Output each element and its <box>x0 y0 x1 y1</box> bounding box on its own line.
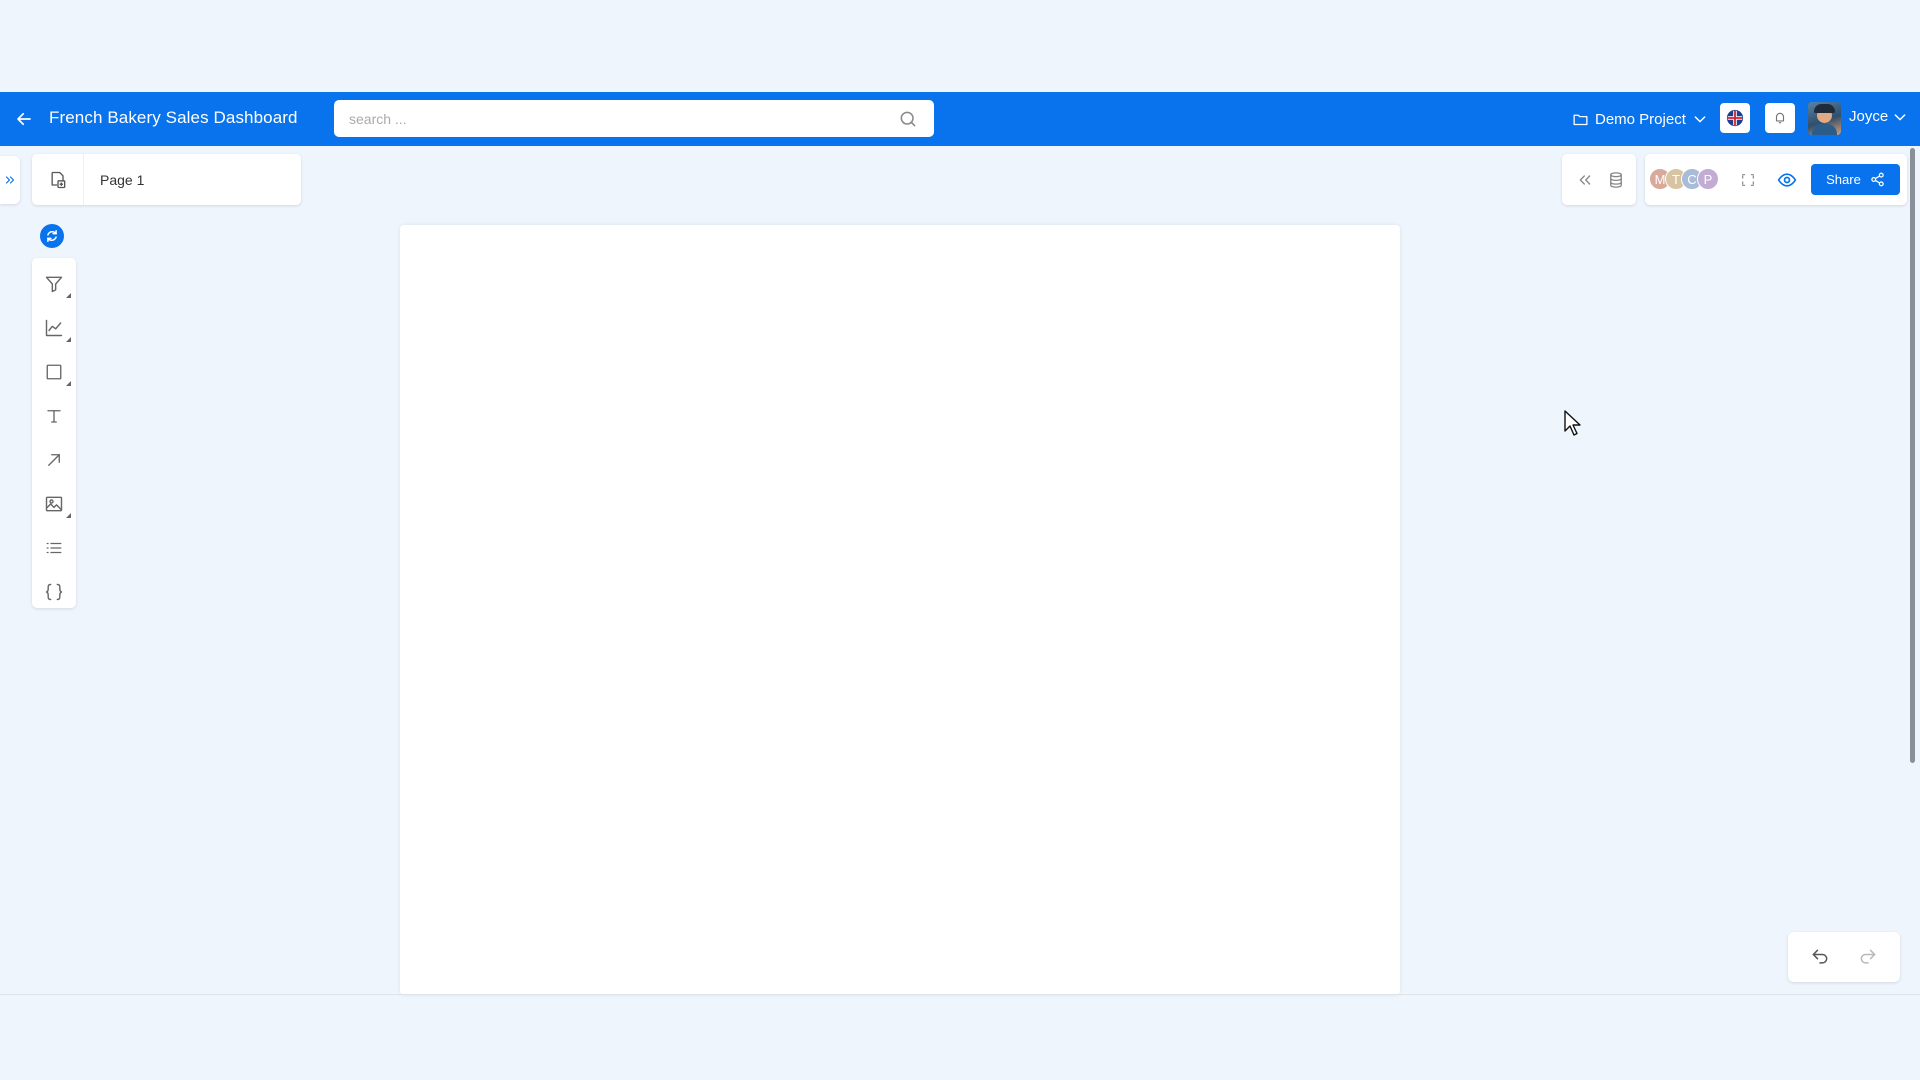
double-chevron-right-icon <box>5 176 15 184</box>
submenu-indicator <box>66 337 71 342</box>
user-menu[interactable]: Joyce <box>1849 108 1908 125</box>
search-icon[interactable] <box>898 109 918 129</box>
redo-icon <box>1860 949 1876 964</box>
submenu-indicator <box>66 293 71 298</box>
undo-icon <box>1812 949 1828 964</box>
refresh-button[interactable] <box>40 224 64 248</box>
submenu-indicator <box>66 513 71 518</box>
dashboard-canvas[interactable] <box>400 225 1400 995</box>
code-tool[interactable] <box>32 574 76 610</box>
text-tool[interactable] <box>32 398 76 434</box>
top-bar: French Bakery Sales Dashboard Demo Proje… <box>0 92 1920 146</box>
expand-sidebar-button[interactable] <box>0 156 20 204</box>
chevron-down-icon <box>1694 116 1706 123</box>
submenu-indicator <box>66 381 71 386</box>
collaborator-avatar[interactable]: P <box>1697 168 1719 190</box>
mouse-cursor-icon <box>1564 410 1581 436</box>
filter-tool[interactable] <box>32 266 76 302</box>
chart-icon <box>45 319 63 337</box>
page-tab-label[interactable]: Page 1 <box>100 172 144 188</box>
preview-button[interactable] <box>1774 167 1800 193</box>
database-icon <box>1610 172 1622 188</box>
dashboard-title: French Bakery Sales Dashboard <box>49 108 298 127</box>
shape-icon <box>46 364 62 380</box>
share-icon <box>1871 172 1884 187</box>
double-chevron-left-icon <box>1579 175 1591 185</box>
shape-tool[interactable] <box>32 354 76 390</box>
canvas-bottom-divider <box>0 994 1920 995</box>
notification-button[interactable] <box>1765 103 1795 133</box>
image-tool[interactable] <box>32 486 76 522</box>
undo-button[interactable] <box>1808 945 1832 969</box>
back-button[interactable] <box>12 107 36 131</box>
project-selector[interactable]: Demo Project <box>1572 108 1708 130</box>
language-button[interactable] <box>1720 103 1750 133</box>
refresh-icon <box>47 229 57 243</box>
page-selector: Page 1 <box>32 154 301 205</box>
pages-icon <box>51 171 65 188</box>
pages-button[interactable] <box>32 154 84 205</box>
vertical-scrollbar[interactable] <box>1910 148 1915 763</box>
folder-icon <box>1573 114 1588 125</box>
arrow-tool[interactable] <box>32 442 76 478</box>
collapse-panel-button[interactable] <box>1572 167 1598 193</box>
redo-button[interactable] <box>1856 945 1880 969</box>
fullscreen-icon <box>1742 174 1754 186</box>
fullscreen-button[interactable] <box>1735 167 1761 193</box>
share-label: Share <box>1826 172 1861 187</box>
filter-icon <box>45 276 63 293</box>
eye-icon <box>1777 173 1797 187</box>
collaboration-panel: M T C P Share <box>1645 154 1907 205</box>
user-name: Joyce <box>1849 108 1889 125</box>
chevron-down-icon <box>1894 113 1906 120</box>
tool-palette <box>32 258 76 608</box>
panel-controls <box>1562 154 1636 205</box>
arrow-left-icon <box>17 112 31 126</box>
arrow-icon <box>48 454 60 466</box>
search-bar <box>334 100 934 137</box>
project-label: Demo Project <box>1595 110 1686 128</box>
avatar[interactable] <box>1808 102 1841 135</box>
share-button[interactable]: Share <box>1811 164 1900 195</box>
list-icon <box>46 542 62 554</box>
chart-tool[interactable] <box>32 310 76 346</box>
list-tool[interactable] <box>32 530 76 566</box>
search-input[interactable] <box>349 110 889 127</box>
text-icon <box>47 410 61 423</box>
data-source-button[interactable] <box>1603 167 1629 193</box>
history-controls <box>1788 932 1900 982</box>
image-icon <box>45 496 63 512</box>
bell-icon <box>1775 112 1785 124</box>
code-icon <box>45 583 63 601</box>
uk-flag-icon <box>1726 109 1744 127</box>
